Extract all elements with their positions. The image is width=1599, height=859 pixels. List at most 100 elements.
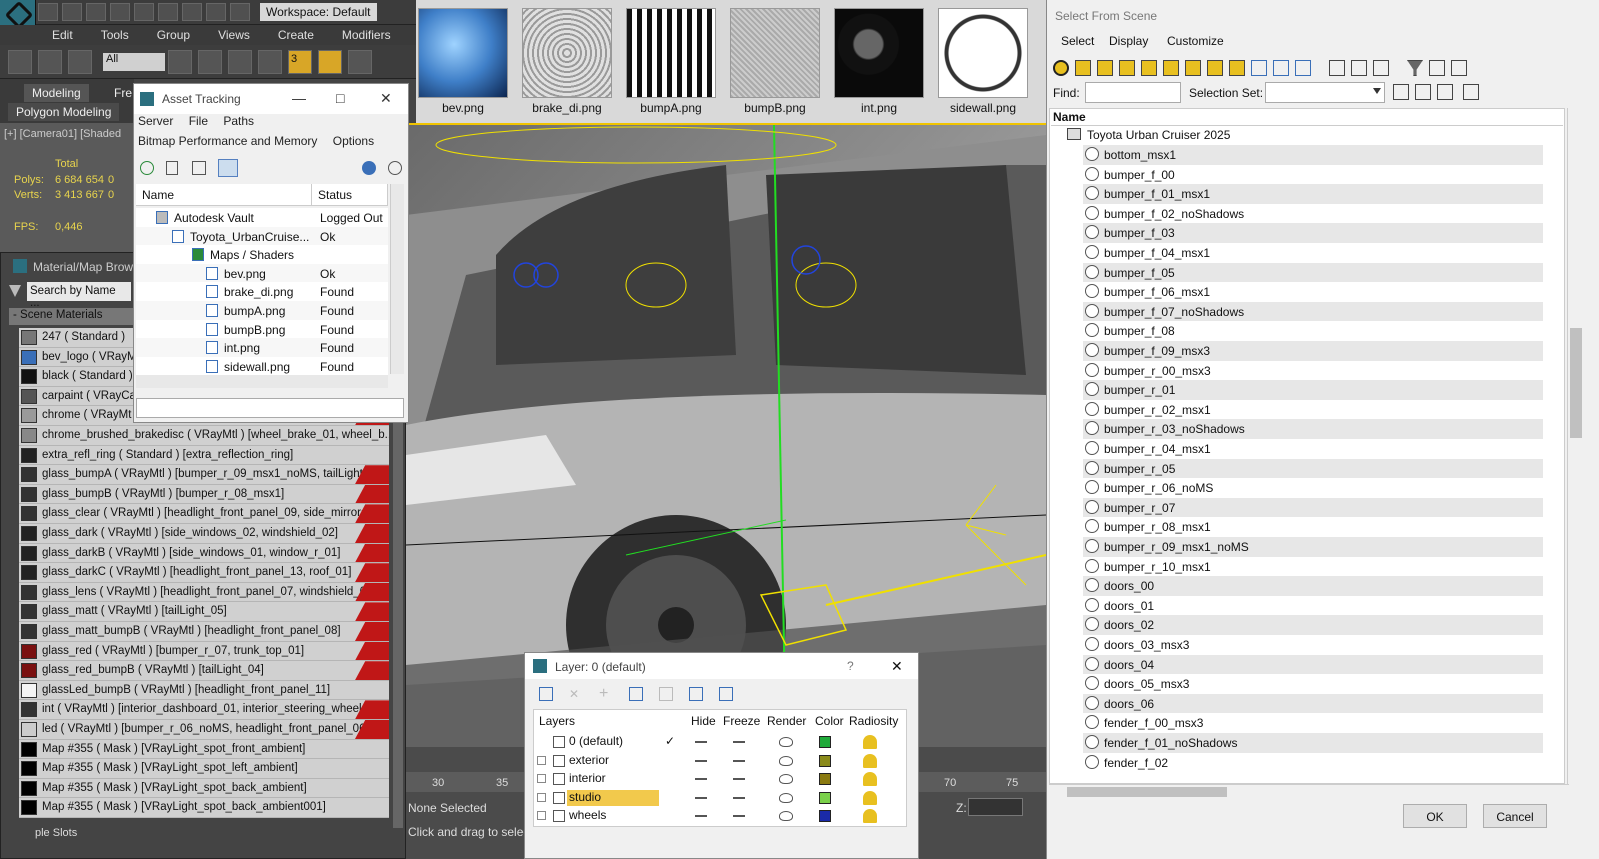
material-list-item[interactable]: glass_bumpA ( VRayMtl ) [bumper_r_09_msx… [19, 465, 389, 485]
menu-paths[interactable]: Paths [223, 114, 254, 128]
selection-set-dropdown[interactable] [1265, 82, 1385, 103]
display-geometry-icon[interactable] [1053, 60, 1069, 76]
scene-object-row[interactable]: bumper_r_00_msx3 [1083, 361, 1543, 381]
window-layout3-icon[interactable] [230, 3, 250, 21]
expand-icon[interactable] [537, 755, 546, 765]
layer-color-swatch[interactable] [819, 754, 831, 767]
app-logo-icon[interactable] [0, 0, 36, 25]
radiosity-icon[interactable] [863, 772, 877, 787]
thumbnail-brake-disc[interactable] [522, 8, 612, 98]
save-icon[interactable] [86, 3, 106, 21]
radiosity-icon[interactable] [863, 809, 877, 824]
tree-view-icon[interactable] [192, 161, 206, 175]
col-layers[interactable]: Layers [539, 714, 575, 728]
scene-object-row[interactable]: bumper_f_03 [1083, 223, 1543, 243]
select-in-layer-icon[interactable] [629, 687, 643, 701]
filter-options-icon[interactable] [1429, 60, 1445, 76]
open-file-icon[interactable] [62, 3, 82, 21]
current-layer-check-icon[interactable] [665, 790, 677, 804]
scene-object-row[interactable]: doors_03_msx3 [1083, 635, 1543, 655]
bind-space-warp-icon[interactable] [68, 49, 92, 74]
scene-object-row[interactable]: fender_f_00_msx3 [1083, 713, 1543, 733]
window-crossing-icon[interactable] [258, 49, 282, 74]
asset-row[interactable]: bumpA.png Found [136, 301, 388, 320]
angle-snap-icon[interactable] [318, 49, 342, 74]
redo-icon[interactable] [134, 3, 154, 21]
layer-row[interactable]: exterior [533, 752, 903, 771]
hide-toggle[interactable] [695, 778, 707, 781]
col-hide[interactable]: Hide [691, 714, 716, 728]
asset-row[interactable]: bev.png Ok [136, 263, 388, 283]
scene-object-row[interactable]: bumper_f_07_noShadows [1083, 301, 1543, 322]
material-list-item[interactable]: int ( VRayMtl ) [interior_dashboard_01, … [19, 700, 389, 720]
display-frozen-icon[interactable] [1273, 60, 1289, 76]
material-list-item[interactable]: glassLed_bumpB ( VRayMtl ) [headlight_fr… [19, 680, 389, 701]
col-freeze[interactable]: Freeze [723, 714, 760, 728]
asset-vscrollbar[interactable] [390, 184, 404, 374]
scene-hscroll-thumb[interactable] [1067, 787, 1227, 797]
column-header-status[interactable]: Status [312, 184, 388, 206]
scene-object-row[interactable]: doors_05_msx3 [1083, 674, 1543, 694]
asset-hscrollbar[interactable] [136, 374, 388, 388]
col-render[interactable]: Render [767, 714, 806, 728]
freeze-toggle[interactable] [733, 796, 745, 799]
freeze-toggle[interactable] [733, 741, 745, 743]
add-to-layer-icon[interactable]: + [599, 685, 608, 703]
material-list-item[interactable]: glass_red ( VRayMtl ) [bumper_r_07, trun… [19, 641, 389, 662]
layer-color-swatch[interactable] [819, 773, 831, 786]
display-lights-icon[interactable] [1097, 60, 1113, 76]
selset-select-icon[interactable] [1437, 84, 1453, 100]
thumbnail-sidewall[interactable] [938, 8, 1028, 98]
material-list-item[interactable]: extra_refl_ring ( Standard ) [extra_refl… [19, 445, 389, 466]
current-layer-check-icon[interactable] [665, 771, 677, 785]
render-teapot-icon[interactable] [779, 792, 793, 803]
material-list-item[interactable]: glass_darkC ( VRayMtl ) [headlight_front… [19, 563, 389, 583]
display-helpers-icon[interactable] [1141, 60, 1157, 76]
selection-filter-dropdown[interactable]: All [103, 52, 165, 71]
material-list-item[interactable]: glass_matt_bumpB ( VRayMtl ) [headlight_… [19, 622, 389, 642]
menu-group[interactable]: Group [143, 28, 204, 42]
display-none-icon[interactable] [1351, 60, 1367, 76]
new-layer-icon[interactable] [539, 687, 553, 701]
menu-options[interactable]: Options [333, 134, 374, 148]
scene-object-row[interactable]: doors_02 [1083, 615, 1543, 635]
layer-row[interactable]: studio [533, 789, 903, 808]
render-teapot-icon[interactable] [779, 774, 793, 785]
layer-color-swatch[interactable] [819, 736, 831, 748]
column-header-name[interactable]: Name [136, 184, 312, 206]
display-bones-icon[interactable] [1229, 60, 1245, 76]
scene-object-row[interactable]: bumper_r_08_msx1 [1083, 517, 1543, 537]
scene-object-row[interactable]: bottom_msx1 [1083, 145, 1543, 165]
window-layout-icon[interactable] [182, 3, 202, 21]
scene-object-row[interactable]: doors_01 [1083, 596, 1543, 616]
freeze-toggle[interactable] [733, 815, 745, 818]
scene-vscrollbar[interactable] [1567, 108, 1583, 784]
highlight-layer-icon[interactable] [659, 687, 673, 701]
layer-row[interactable]: wheels [533, 807, 903, 826]
freeze-all-icon[interactable] [719, 687, 733, 701]
scene-object-row[interactable]: bumper_r_06_noMS [1083, 478, 1543, 498]
col-radiosity[interactable]: Radiosity [849, 714, 898, 728]
material-list-item[interactable]: glass_matt ( VRayMtl ) [tailLight_05] [19, 602, 389, 622]
ok-button[interactable]: OK [1403, 804, 1467, 828]
hide-all-icon[interactable] [689, 687, 703, 701]
menu-bitmap-performance[interactable]: Bitmap Performance and Memory [138, 134, 317, 148]
filter-list-icon[interactable] [1451, 60, 1467, 76]
percent-snap-icon[interactable] [348, 49, 372, 74]
hide-toggle[interactable] [695, 741, 707, 743]
material-list-item[interactable]: glass_clear ( VRayMtl ) [headlight_front… [19, 504, 389, 524]
asset-row[interactable]: Autodesk VaultLogged Out . [136, 208, 388, 239]
scene-object-row[interactable]: bumper_r_01 [1083, 380, 1543, 400]
hide-toggle[interactable] [695, 759, 707, 762]
radiosity-icon[interactable] [863, 753, 877, 768]
display-hidden-icon[interactable] [1295, 60, 1311, 76]
material-list-item[interactable]: glass_darkB ( VRayMtl ) [side_windows_01… [19, 543, 389, 564]
asset-path-field[interactable] [136, 398, 404, 418]
scene-root[interactable]: Toyota Urban Cruiser 2025 [1087, 128, 1230, 142]
material-list-item[interactable]: led ( VRayMtl ) [bumper_r_06_noMS, headl… [19, 720, 389, 740]
display-all-icon[interactable] [1329, 60, 1345, 76]
display-shapes-icon[interactable] [1075, 60, 1091, 76]
current-layer-check-icon[interactable]: ✓ [665, 734, 677, 748]
menu-create[interactable]: Create [264, 28, 328, 42]
expand-icon[interactable] [537, 774, 546, 784]
